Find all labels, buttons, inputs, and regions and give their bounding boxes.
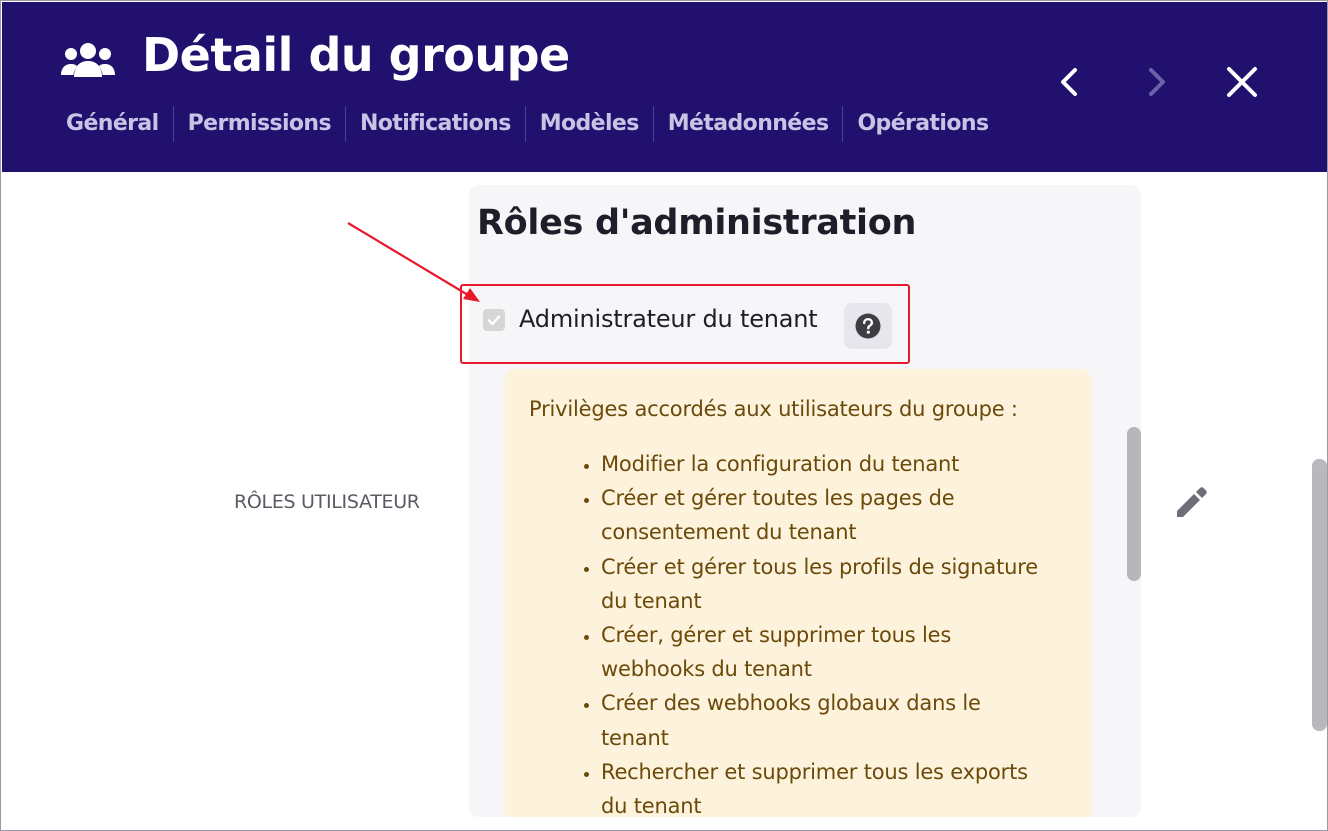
tab-metadata[interactable]: Métadonnées <box>652 106 843 142</box>
list-item: Modifier la configuration du tenant <box>601 447 1071 481</box>
tab-bar: Général Permissions Notifications Modèle… <box>52 106 1002 142</box>
tab-notifications[interactable]: Notifications <box>344 106 525 142</box>
close-icon[interactable] <box>1220 60 1264 104</box>
list-item: Créer des webhooks globaux dans letenant <box>601 686 1071 754</box>
list-item: Créer, gérer et supprimer tous leswebhoo… <box>601 618 1071 686</box>
page-scrollbar[interactable] <box>1312 459 1327 731</box>
dialog-header: Détail du groupe Général Permissions Not… <box>2 2 1327 172</box>
check-icon <box>487 315 501 326</box>
tab-permissions[interactable]: Permissions <box>172 106 345 142</box>
pencil-icon[interactable] <box>1171 481 1213 523</box>
privileges-info-box: Privilèges accordés aux utilisateurs du … <box>505 369 1091 817</box>
tab-operations[interactable]: Opérations <box>842 106 1002 142</box>
privileges-intro: Privilèges accordés aux utilisateurs du … <box>529 397 1018 421</box>
admin-roles-heading: Rôles d'administration <box>477 203 917 243</box>
tenant-admin-row: Administrateur du tenant <box>483 303 903 351</box>
list-item: Créer et gérer toutes les pages deconsen… <box>601 481 1071 549</box>
list-item: Créer et gérer tous les profils de signa… <box>601 550 1071 618</box>
question-circle-icon <box>855 313 881 339</box>
panel-scrollbar[interactable] <box>1127 427 1141 581</box>
chevron-left-icon[interactable] <box>1048 60 1092 104</box>
tenant-admin-checkbox[interactable] <box>483 309 505 331</box>
tenant-admin-label: Administrateur du tenant <box>519 305 818 333</box>
tab-general[interactable]: Général <box>52 106 173 142</box>
tab-models[interactable]: Modèles <box>524 106 653 142</box>
list-item: Rechercher et supprimer tous les exports… <box>601 755 1071 817</box>
group-icon <box>61 43 115 77</box>
admin-roles-panel: Rôles d'administration Administrateur du… <box>469 185 1141 817</box>
dialog-window: Détail du groupe Général Permissions Not… <box>0 0 1328 831</box>
page-title: Détail du groupe <box>142 28 570 82</box>
user-roles-label: RÔLES UTILISATEUR <box>234 491 420 513</box>
help-button[interactable] <box>844 303 892 349</box>
privileges-list: Modifier la configuration du tenant Crée… <box>575 447 1071 817</box>
chevron-right-icon[interactable] <box>1134 60 1178 104</box>
